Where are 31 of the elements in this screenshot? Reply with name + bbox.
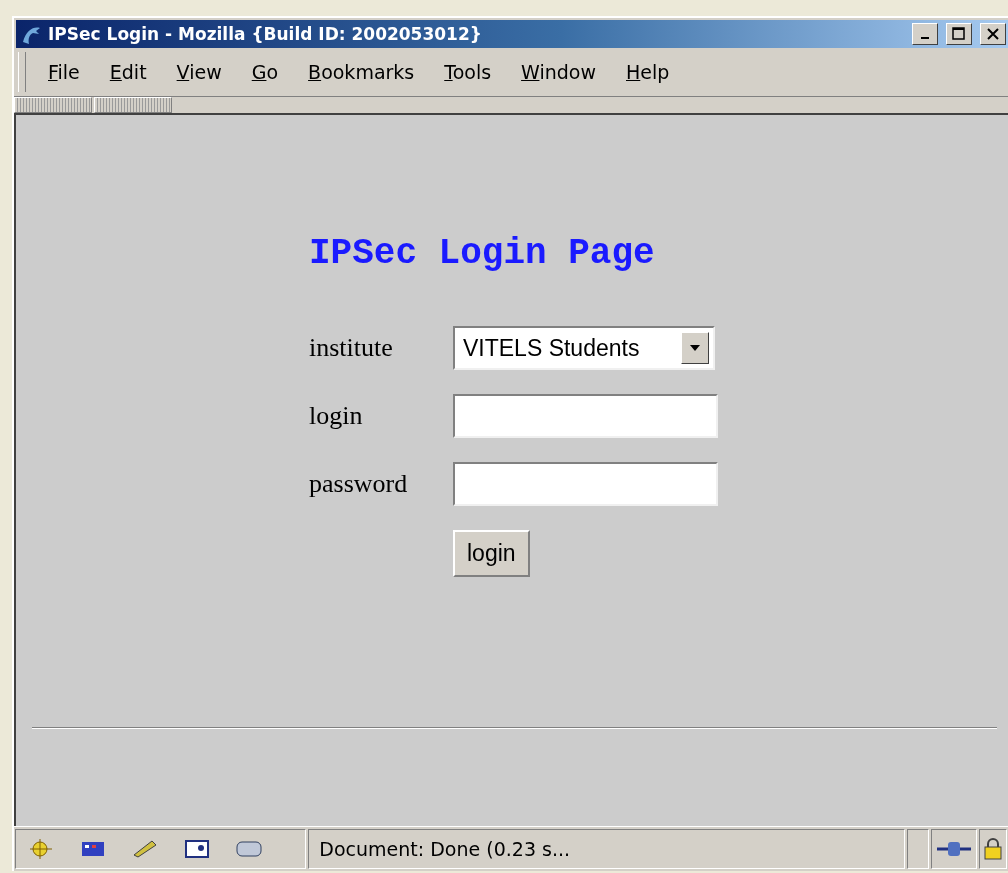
menu-item[interactable]: Window: [521, 61, 596, 83]
minimize-icon: [921, 37, 929, 39]
status-text: Document: Done (0.23 s...: [319, 838, 571, 860]
input-field[interactable]: [453, 462, 718, 506]
close-icon: [987, 28, 999, 40]
address-card-icon[interactable]: [182, 837, 212, 861]
close-button[interactable]: [980, 23, 1006, 45]
field-label: password: [309, 469, 409, 499]
menu-item[interactable]: Bookmarks: [308, 61, 415, 83]
field-label: login: [309, 401, 364, 431]
field-label: institute: [309, 333, 394, 363]
menu-item[interactable]: Tools: [444, 61, 492, 83]
status-panel: [907, 829, 929, 869]
menu-item[interactable]: Help: [626, 61, 670, 83]
menu-item[interactable]: Edit: [109, 61, 147, 83]
menu-item[interactable]: Go: [251, 61, 279, 83]
maximize-button[interactable]: [946, 23, 972, 45]
window-title: IPSec Login - Mozilla {Build ID: 2002053012}: [48, 24, 483, 44]
input-field[interactable]: [453, 394, 718, 438]
padlock-icon[interactable]: [982, 837, 1004, 861]
collapsed-toolbar-tab[interactable]: [94, 97, 172, 113]
maximize-icon: [952, 27, 966, 41]
page-heading: IPSec Login Page: [309, 233, 656, 274]
minimize-button[interactable]: [912, 23, 938, 45]
toolbar-grip[interactable]: [18, 52, 26, 92]
menu-item[interactable]: View: [176, 61, 222, 83]
caret-icon: [690, 345, 700, 351]
collapsed-toolbar-tab[interactable]: [14, 97, 92, 113]
institute-dropdown[interactable]: VITELS Students: [453, 326, 715, 370]
login-button[interactable]: login: [453, 530, 530, 577]
menu-item[interactable]: File: [48, 61, 80, 83]
